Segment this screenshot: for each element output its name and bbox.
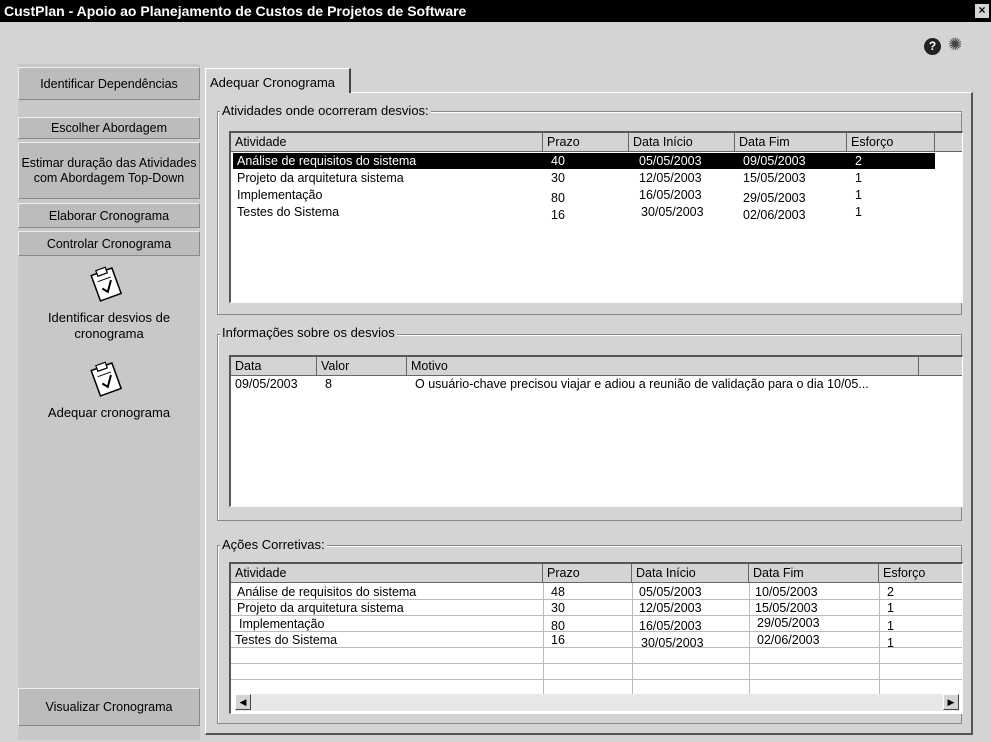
grid-line <box>749 583 750 694</box>
cell-atividade: Projeto da arquitetura sistema <box>237 171 404 185</box>
help-icon[interactable]: ? <box>924 38 941 55</box>
horizontal-scrollbar[interactable]: ◀ ▶ <box>235 694 959 711</box>
cell-esforco: 2 <box>855 154 862 168</box>
clipboard-check-icon[interactable] <box>89 265 123 303</box>
task-adequar-cronograma[interactable]: Adequar cronograma <box>18 405 200 420</box>
cell-data-inicio[interactable]: 16/05/2003 <box>639 619 702 633</box>
column-header-valor[interactable]: Valor <box>317 357 407 376</box>
sidebar-button-controlar-cronograma[interactable]: Controlar Cronograma <box>18 231 200 256</box>
column-header-atividade[interactable]: Atividade <box>231 133 543 152</box>
info-group-title: Informações sobre os desvios <box>220 325 397 340</box>
cell-data-fim[interactable]: 02/06/2003 <box>757 633 820 647</box>
scroll-right-button[interactable]: ▶ <box>943 694 959 710</box>
cell-prazo[interactable]: 80 <box>551 619 565 633</box>
grid-line <box>231 615 962 616</box>
column-header-esforco[interactable]: Esforço <box>879 564 962 583</box>
cell-data-inicio[interactable]: 12/05/2003 <box>639 601 702 615</box>
cell-esforco[interactable]: 1 <box>887 619 894 633</box>
sidebar-button-escolher-abordagem[interactable]: Escolher Abordagem <box>18 117 200 139</box>
cell-data: 09/05/2003 <box>235 377 298 391</box>
cell-atividade[interactable]: Implementação <box>239 617 324 631</box>
desvios-group-title: Atividades onde ocorreram desvios: <box>220 103 431 118</box>
column-header-esforco[interactable]: Esforço <box>847 133 935 152</box>
sidebar-button-visualizar-cronograma[interactable]: Visualizar Cronograma <box>18 688 200 726</box>
grid-line <box>231 599 962 600</box>
cell-prazo[interactable]: 30 <box>551 601 565 615</box>
column-header-prazo[interactable]: Prazo <box>543 564 632 583</box>
cell-esforco[interactable]: 1 <box>887 601 894 615</box>
title-bar: CustPlan - Apoio ao Planejamento de Cust… <box>0 0 991 22</box>
acoes-grid[interactable]: Atividade Prazo Data Início Data Fim Esf… <box>229 562 963 714</box>
desvios-list[interactable]: Atividade Prazo Data Início Data Fim Esf… <box>229 131 963 303</box>
column-header-data-inicio[interactable]: Data Início <box>629 133 735 152</box>
cell-data-fim[interactable]: 29/05/2003 <box>757 616 820 630</box>
cell-data-inicio: 16/05/2003 <box>639 188 702 202</box>
cell-valor: 8 <box>325 377 332 391</box>
cell-atividade[interactable]: Projeto da arquitetura sistema <box>237 601 404 615</box>
grid-line <box>231 631 962 632</box>
column-header-prazo[interactable]: Prazo <box>543 133 629 152</box>
grid-line <box>231 679 962 680</box>
cell-prazo[interactable]: 16 <box>551 633 565 647</box>
scroll-left-button[interactable]: ◀ <box>235 694 251 710</box>
cell-data-inicio: 05/05/2003 <box>639 154 702 168</box>
cell-prazo: 80 <box>551 191 565 205</box>
column-header-empty <box>919 357 962 376</box>
cell-motivo: O usuário-chave precisou viajar e adiou … <box>415 377 869 391</box>
cell-data-fim: 09/05/2003 <box>743 154 806 168</box>
grid-line <box>543 583 544 694</box>
cell-esforco: 1 <box>855 171 862 185</box>
grid-line <box>231 663 962 664</box>
cell-data-fim: 29/05/2003 <box>743 191 806 205</box>
cell-atividade: Testes do Sistema <box>237 205 340 219</box>
sidebar-button-elaborar-cronograma[interactable]: Elaborar Cronograma <box>18 203 200 228</box>
cell-atividade[interactable]: Testes do Sistema <box>235 633 337 647</box>
cell-prazo[interactable]: 48 <box>551 585 565 599</box>
column-header-data-inicio[interactable]: Data Início <box>632 564 749 583</box>
sidebar-button-estimar-duracao[interactable]: Estimar duração das Atividades com Abord… <box>18 142 200 199</box>
cell-atividade: Implementação <box>237 188 323 202</box>
close-button[interactable]: × <box>975 4 989 18</box>
column-header-empty <box>935 133 962 152</box>
clipboard-check-icon[interactable] <box>89 360 123 398</box>
cell-atividade: Análise de requisitos do sistema <box>237 154 417 168</box>
column-header-motivo[interactable]: Motivo <box>407 357 919 376</box>
cell-esforco[interactable]: 1 <box>887 636 894 650</box>
cell-prazo: 40 <box>551 154 565 168</box>
cell-data-fim[interactable]: 15/05/2003 <box>755 601 818 615</box>
cell-esforco[interactable]: 2 <box>887 585 894 599</box>
cell-data-inicio: 12/05/2003 <box>639 171 702 185</box>
grid-line <box>231 647 962 648</box>
cell-data-inicio[interactable]: 30/05/2003 <box>641 636 704 650</box>
cell-data-inicio[interactable]: 05/05/2003 <box>639 585 702 599</box>
grid-line <box>879 583 880 694</box>
grid-line <box>632 583 633 694</box>
cell-data-fim[interactable]: 10/05/2003 <box>755 585 818 599</box>
cell-data-fim: 15/05/2003 <box>743 171 806 185</box>
column-header-atividade[interactable]: Atividade <box>231 564 543 583</box>
task-identificar-desvios[interactable]: Identificar desvios de cronograma <box>18 310 200 342</box>
cell-data-fim: 02/06/2003 <box>743 208 806 222</box>
cell-esforco: 1 <box>855 205 862 219</box>
column-header-data-fim[interactable]: Data Fim <box>749 564 879 583</box>
info-list[interactable]: Data Valor Motivo 09/05/2003 8 O usuário… <box>229 355 963 507</box>
cell-atividade[interactable]: Análise de requisitos do sistema <box>237 585 416 599</box>
cell-data-inicio: 30/05/2003 <box>641 205 704 219</box>
acoes-group-title: Ações Corretivas: <box>220 537 327 552</box>
cell-prazo: 16 <box>551 208 565 222</box>
tab-adequar-cronograma[interactable]: Adequar Cronograma <box>205 68 351 93</box>
main-panel: Atividades onde ocorreram desvios: Ativi… <box>205 92 973 735</box>
column-header-data-fim[interactable]: Data Fim <box>735 133 847 152</box>
cell-prazo: 30 <box>551 171 565 185</box>
lightbulb-icon[interactable]: ✺ <box>948 35 962 55</box>
column-header-data[interactable]: Data <box>231 357 317 376</box>
sidebar-button-identificar-dependencias[interactable]: Identificar Dependências <box>18 67 200 100</box>
window-title: CustPlan - Apoio ao Planejamento de Cust… <box>4 3 467 19</box>
cell-esforco: 1 <box>855 188 862 202</box>
